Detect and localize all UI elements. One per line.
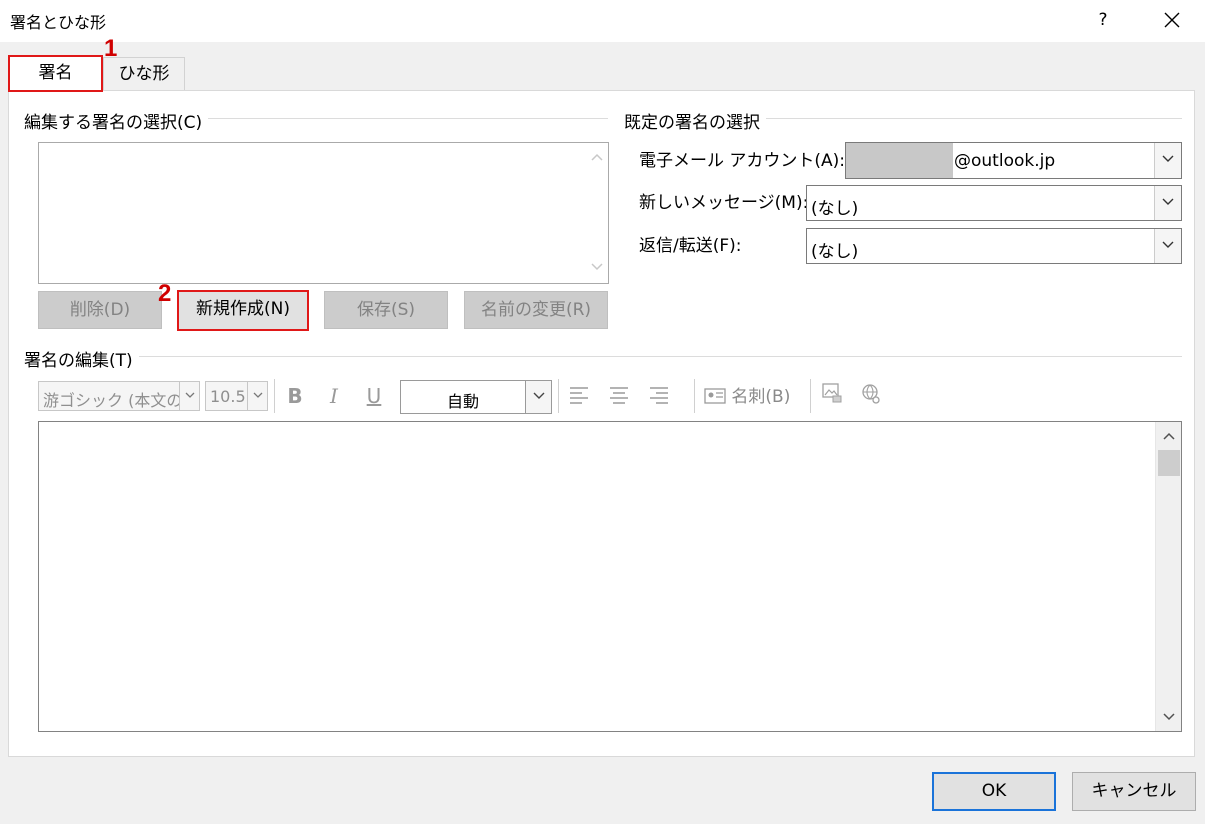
scroll-down-icon[interactable] (1156, 705, 1182, 729)
new-message-select[interactable]: (なし) (806, 185, 1182, 221)
new-message-label: 新しいメッセージ(M): (639, 193, 809, 213)
align-left-icon[interactable] (565, 382, 593, 412)
step-marker-1: 1 (104, 35, 118, 62)
account-select[interactable]: @outlook.jp (845, 142, 1182, 179)
toolbar-separator (810, 379, 811, 413)
font-name-value: 游ゴシック (本文のフォント - 日本語) (43, 391, 179, 410)
italic-button[interactable]: I (320, 381, 348, 411)
cancel-button[interactable]: キャンセル (1072, 772, 1196, 811)
save-button[interactable]: 保存(S) (324, 291, 448, 329)
business-card-icon (704, 388, 726, 404)
font-size-select[interactable]: 10.5 (205, 381, 268, 411)
font-color-select[interactable]: 自動 (400, 380, 552, 414)
scroll-up-icon (586, 147, 608, 169)
tab-signature[interactable]: 署名 (8, 55, 103, 92)
editor-group-label: 署名の編集(T) (24, 346, 139, 371)
default-group-label: 既定の署名の選択 (624, 108, 766, 133)
chevron-down-icon (1154, 229, 1181, 263)
account-redaction (846, 143, 953, 178)
step-marker-2: 2 (158, 280, 172, 307)
scroll-down-icon (586, 257, 608, 279)
align-right-icon[interactable] (645, 382, 673, 412)
reply-forward-value: (なし) (811, 242, 859, 262)
align-center-icon[interactable] (605, 382, 633, 412)
editor-scrollbar[interactable] (1155, 422, 1181, 731)
help-button[interactable]: ? (1086, 5, 1120, 35)
close-icon (1164, 12, 1180, 28)
signature-editor[interactable] (38, 421, 1182, 732)
rename-button[interactable]: 名前の変更(R) (464, 291, 608, 329)
bold-button[interactable]: B (281, 381, 309, 411)
delete-button[interactable]: 削除(D) (38, 291, 162, 329)
group-divider-editor (24, 356, 1182, 357)
underline-button[interactable]: U (360, 381, 388, 411)
signature-list[interactable] (38, 142, 609, 284)
font-color-value: 自動 (446, 392, 479, 411)
edit-group-label: 編集する署名の選択(C) (24, 108, 209, 133)
reply-forward-select[interactable]: (なし) (806, 228, 1182, 264)
chevron-down-icon (525, 381, 551, 413)
window-title: 署名とひな形 (10, 13, 107, 32)
business-card-button[interactable]: 名刺(B) (704, 384, 790, 412)
chevron-down-icon (179, 382, 199, 410)
font-size-value: 10.5 (210, 387, 246, 406)
business-card-label: 名刺(B) (731, 387, 791, 407)
new-message-value: (なし) (811, 199, 859, 219)
chevron-down-icon (247, 382, 267, 410)
toolbar-separator (558, 379, 559, 413)
signature-list-scrollbar[interactable] (586, 143, 608, 283)
toolbar-separator (694, 379, 695, 413)
title-bar: 署名とひな形 ? (0, 0, 1205, 42)
hyperlink-icon[interactable] (858, 382, 886, 412)
account-value: @outlook.jp (954, 151, 1056, 171)
scroll-up-icon[interactable] (1156, 424, 1182, 448)
account-label: 電子メール アカウント(A): (639, 151, 846, 171)
chevron-down-icon (1154, 186, 1181, 220)
ok-button[interactable]: OK (932, 772, 1056, 811)
chevron-down-icon (1154, 143, 1181, 178)
insert-picture-icon[interactable] (818, 382, 846, 412)
scroll-thumb[interactable] (1158, 450, 1180, 476)
font-name-select[interactable]: 游ゴシック (本文のフォント - 日本語) (38, 381, 200, 411)
toolbar-separator (274, 379, 275, 413)
close-button[interactable] (1155, 5, 1189, 35)
new-signature-button[interactable]: 新規作成(N) (177, 290, 309, 331)
reply-forward-label: 返信/転送(F): (639, 236, 742, 256)
